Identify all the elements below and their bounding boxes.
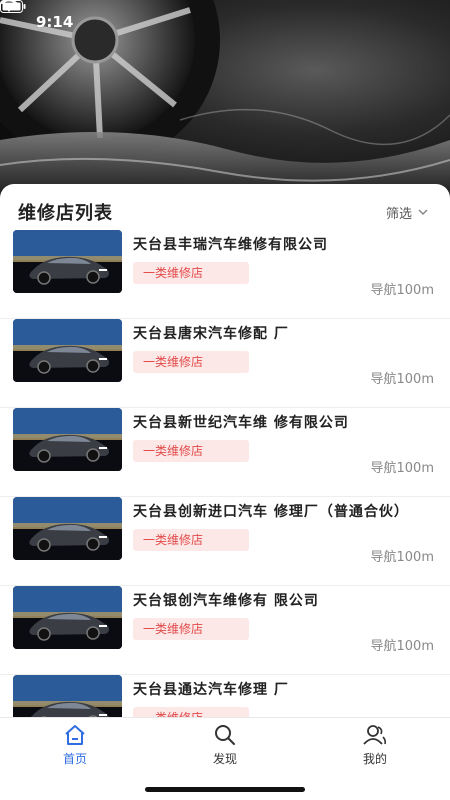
shop-list-item[interactable]: 天台县丰瑞汽车维修有限公司 一类维修店 导航100m <box>0 230 450 319</box>
shop-category-badge: 一类维修店 <box>133 529 249 551</box>
shop-thumbnail <box>13 319 122 382</box>
status-bar: 9:14 <box>0 0 450 44</box>
tab-home[interactable]: 首页 <box>0 718 150 800</box>
shop-list-item[interactable]: 天台银创汽车维修有 限公司 一类维修店 导航100m <box>0 586 450 675</box>
shop-thumbnail <box>13 497 122 560</box>
shop-category-badge: 一类维修店 <box>133 618 249 640</box>
tab-label: 我的 <box>362 752 387 766</box>
shop-list-panel: 维修店列表 筛选 天台县丰瑞汽车维修有限公司 一类维修店 导航100m 天台县唐… <box>0 184 450 717</box>
search-icon <box>215 725 235 745</box>
navigate-distance-link[interactable]: 导航100m <box>371 279 434 298</box>
battery-icon <box>0 0 26 13</box>
shop-thumbnail <box>13 230 122 293</box>
shop-name: 天台县创新进口汽车 修理厂（普通合伙） <box>133 504 409 520</box>
navigate-distance-link[interactable]: 导航100m <box>371 546 434 565</box>
car-image <box>13 408 122 471</box>
car-image <box>13 319 122 382</box>
shop-thumbnail <box>13 675 122 717</box>
tab-label: 首页 <box>62 752 87 766</box>
shop-list-item[interactable]: 天台县唐宋汽车修配 厂 一类维修店 导航100m <box>0 319 450 408</box>
filter-label: 筛选 <box>385 206 412 222</box>
shop-name: 天台县丰瑞汽车维修有限公司 <box>133 237 328 253</box>
tab-label: 发现 <box>212 752 237 766</box>
car-image <box>13 230 122 293</box>
page-title: 维修店列表 <box>18 203 113 224</box>
shop-name: 天台县唐宋汽车修配 厂 <box>133 326 289 342</box>
car-image <box>13 586 122 649</box>
shop-thumbnail <box>13 586 122 649</box>
status-time: 9:14 <box>36 13 74 31</box>
shop-list-item[interactable]: 天台县通达汽车修理 厂 一类维修店 导航100m <box>0 675 450 717</box>
home-icon <box>65 725 85 745</box>
chevron-down-icon <box>418 208 428 215</box>
shop-list-item[interactable]: 天台县创新进口汽车 修理厂（普通合伙） 一类维修店 导航100m <box>0 497 450 586</box>
shop-thumbnail <box>13 408 122 471</box>
filter-button[interactable]: 筛选 <box>386 203 428 222</box>
shop-category-badge: 一类维修店 <box>133 351 249 373</box>
user-icon <box>363 725 387 745</box>
navigate-distance-link[interactable]: 导航100m <box>371 457 434 476</box>
shop-category-badge: 一类维修店 <box>133 262 249 284</box>
home-indicator <box>145 787 305 792</box>
hero-banner: 9:14 <box>0 0 450 200</box>
navigate-distance-link[interactable]: 导航100m <box>371 368 434 387</box>
shop-name: 天台县通达汽车修理 厂 <box>133 682 289 698</box>
shop-list: 天台县丰瑞汽车维修有限公司 一类维修店 导航100m 天台县唐宋汽车修配 厂 一… <box>0 230 450 717</box>
shop-name: 天台县新世纪汽车维 修有限公司 <box>133 415 349 431</box>
tab-profile[interactable]: 我的 <box>300 718 450 800</box>
shop-category-badge: 一类维修店 <box>133 707 249 717</box>
shop-category-badge: 一类维修店 <box>133 440 249 462</box>
car-image <box>13 497 122 560</box>
navigate-distance-link[interactable]: 导航100m <box>371 635 434 654</box>
shop-name: 天台银创汽车维修有 限公司 <box>133 593 319 609</box>
shop-list-item[interactable]: 天台县新世纪汽车维 修有限公司 一类维修店 导航100m <box>0 408 450 497</box>
car-image <box>13 675 122 717</box>
